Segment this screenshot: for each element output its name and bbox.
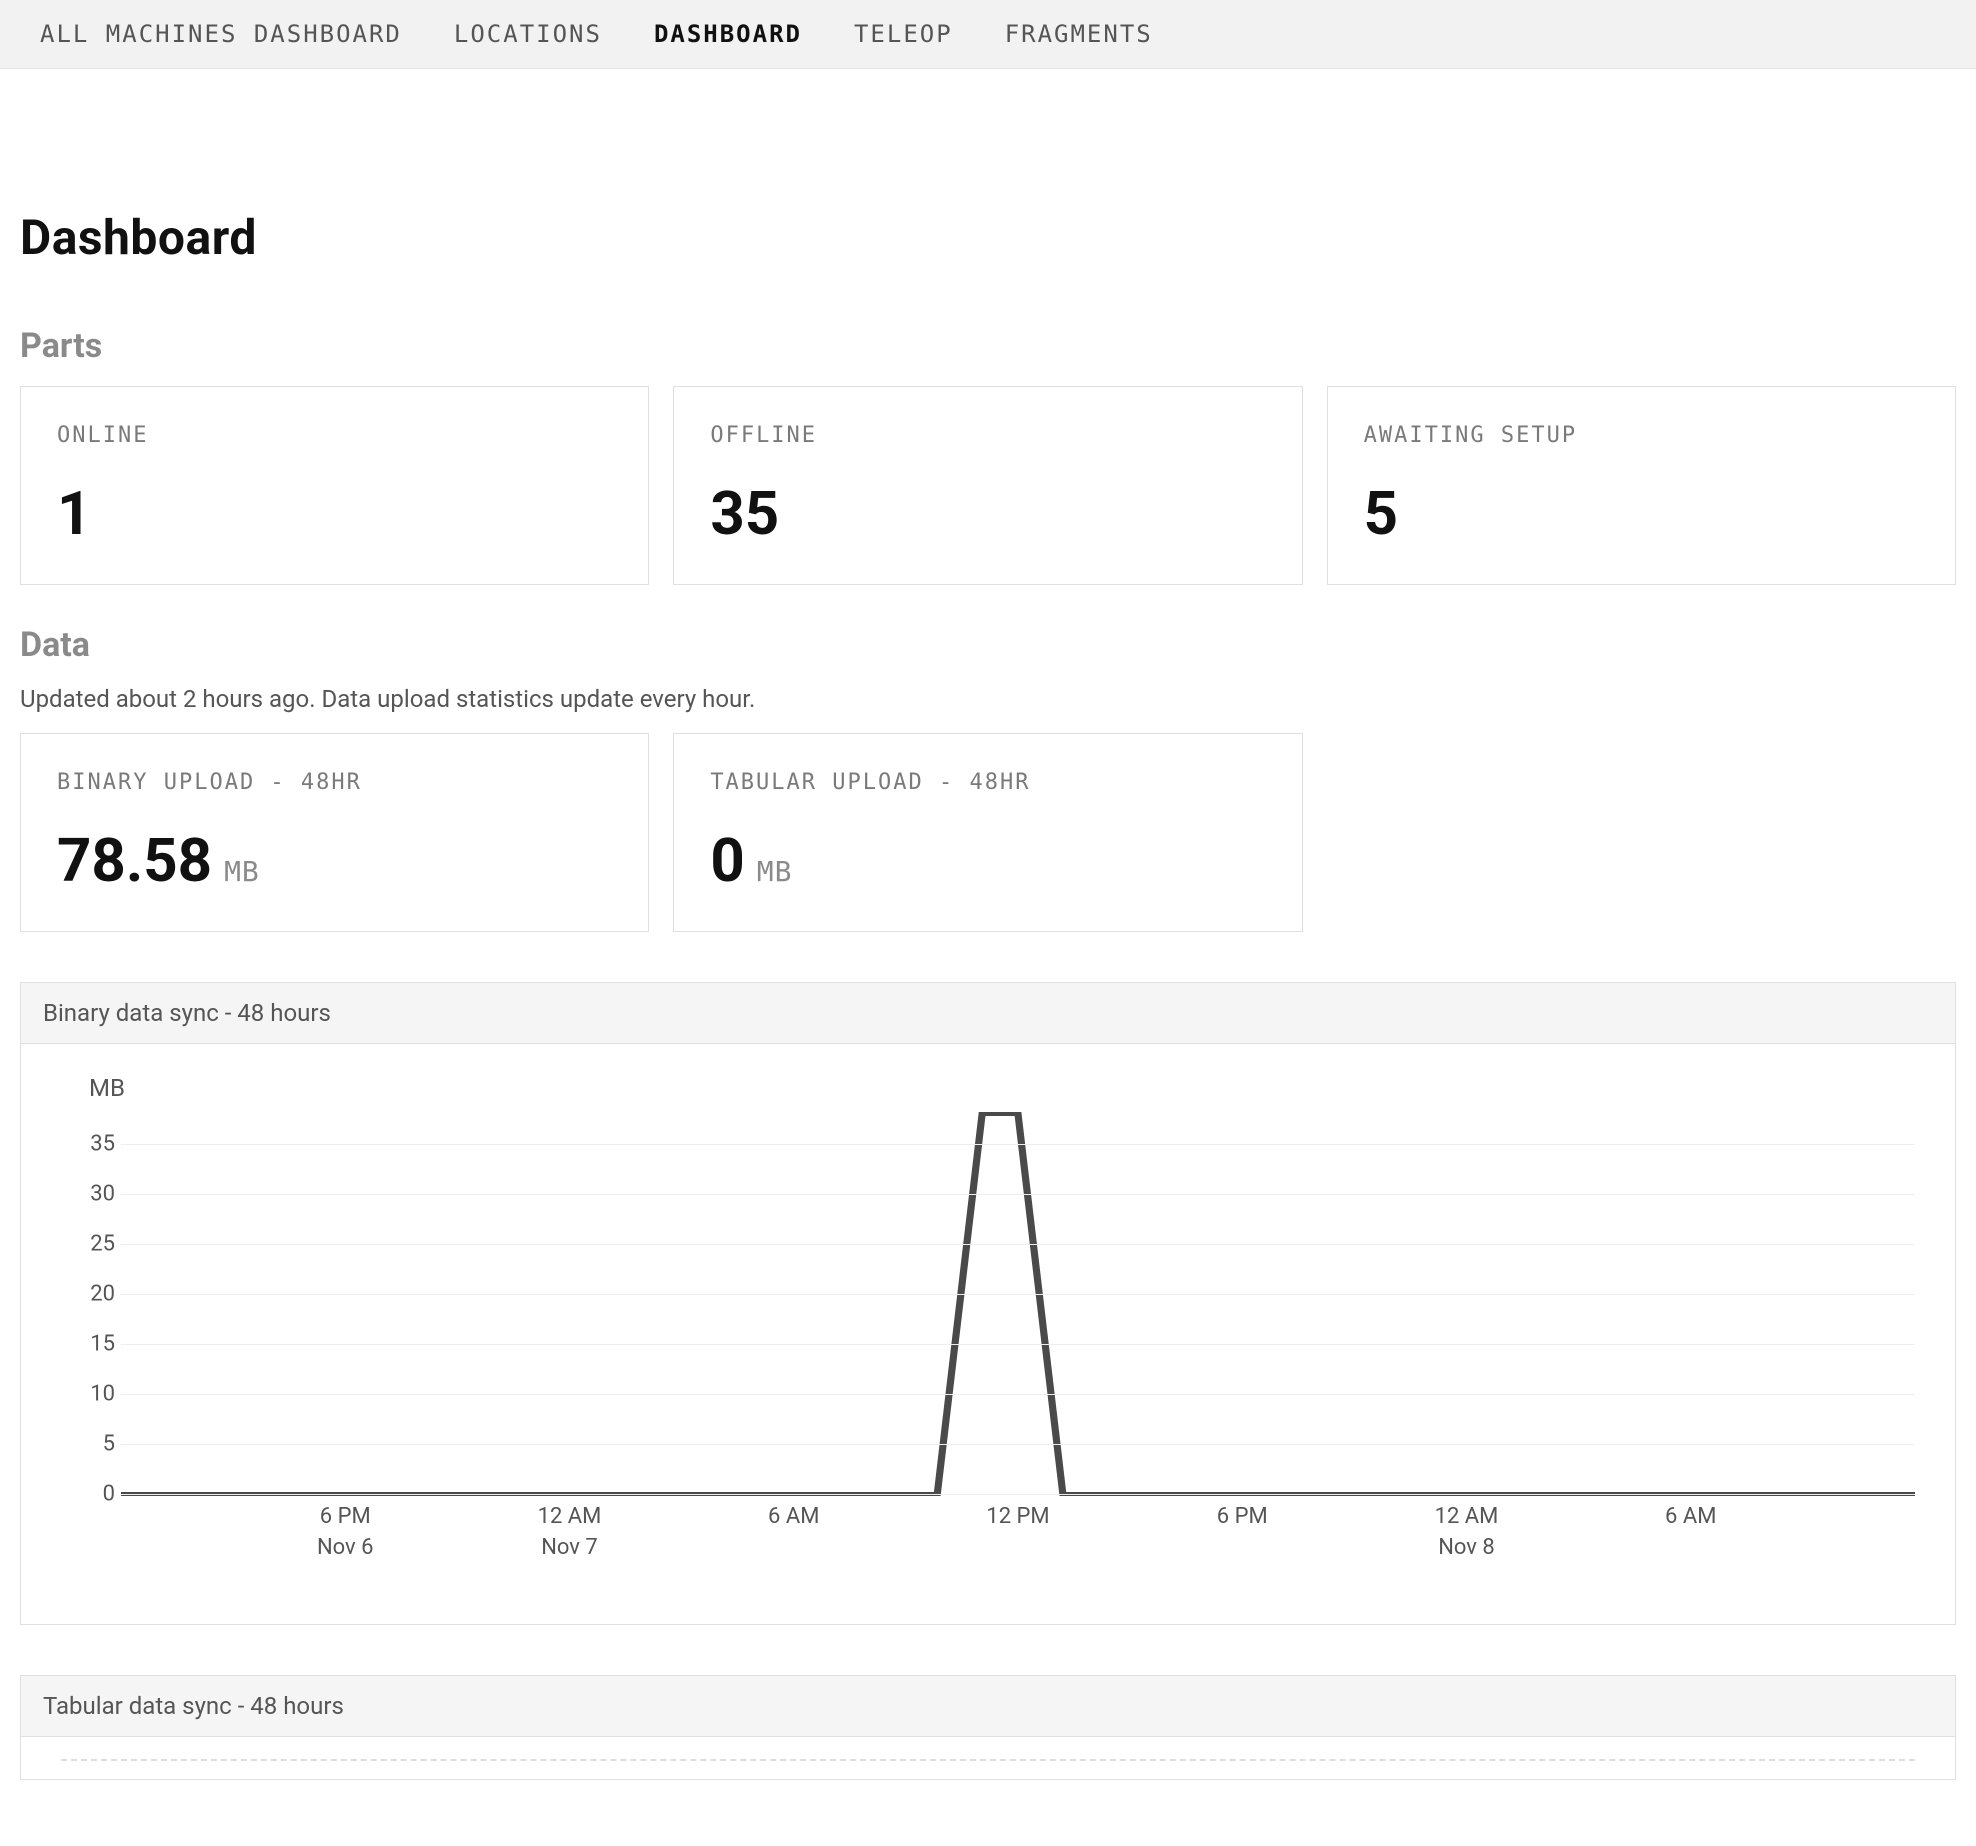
card-tabular-upload[interactable]: TABULAR UPLOAD - 48HR 0 MB	[673, 733, 1302, 932]
card-value: 78.58	[57, 831, 212, 891]
data-updated-subtitle: Updated about 2 hours ago. Data upload s…	[20, 685, 1956, 713]
nav-dashboard[interactable]: DASHBOARD	[654, 20, 802, 48]
card-label: ONLINE	[57, 423, 612, 448]
card-value: 5	[1364, 484, 1398, 544]
card-label: BINARY UPLOAD - 48HR	[57, 770, 612, 795]
chart-title: Binary data sync - 48 hours	[21, 983, 1955, 1044]
chart-y-unit: MB	[89, 1074, 1915, 1102]
page-content: Dashboard Parts ONLINE 1 OFFLINE 35 AWAI…	[0, 69, 1976, 1820]
chart-plot-area: 05101520253035	[121, 1114, 1915, 1494]
top-nav: ALL MACHINES DASHBOARD LOCATIONS DASHBOA…	[0, 0, 1976, 69]
chart-x-tick-date: Nov 7	[538, 1535, 602, 1560]
chart-y-tick: 30	[71, 1182, 115, 1207]
card-label: OFFLINE	[710, 423, 1265, 448]
card-value: 35	[710, 484, 779, 544]
card-value: 0	[710, 831, 744, 891]
chart-x-axis: 6 PM Nov 6 12 AM Nov 7 6 AM 12 PM 6 PM 12 AM Nov…	[121, 1504, 1915, 1584]
chart-y-tick: 15	[71, 1332, 115, 1357]
chart-gridline	[121, 1244, 1915, 1245]
nav-all-machines-dashboard[interactable]: ALL MACHINES DASHBOARD	[40, 20, 402, 48]
chart-gridline	[121, 1144, 1915, 1145]
chart-series-line	[121, 1114, 1915, 1494]
chart-panel-binary: Binary data sync - 48 hours MB 051015202…	[20, 982, 1956, 1625]
chart-x-tick: 12 AM Nov 8	[1435, 1504, 1499, 1560]
parts-cards: ONLINE 1 OFFLINE 35 AWAITING SETUP 5	[20, 386, 1956, 585]
card-binary-upload[interactable]: BINARY UPLOAD - 48HR 78.58 MB	[20, 733, 649, 932]
chart-gridline	[121, 1294, 1915, 1295]
card-unit: MB	[224, 855, 260, 888]
chart-y-tick: 35	[71, 1132, 115, 1157]
chart-x-tick-time: 6 PM	[1217, 1504, 1268, 1529]
chart-x-tick-time: 6 PM	[317, 1504, 374, 1529]
chart-gridline	[121, 1494, 1915, 1495]
chart-gridline	[121, 1394, 1915, 1395]
chart-gridline	[121, 1194, 1915, 1195]
page-title: Dashboard	[20, 209, 1956, 266]
chart-panel-tabular: Tabular data sync - 48 hours	[20, 1675, 1956, 1780]
chart-y-tick: 5	[71, 1432, 115, 1457]
chart-x-tick-time: 12 AM	[1435, 1504, 1499, 1529]
card-value: 1	[57, 484, 91, 544]
card-offline[interactable]: OFFLINE 35	[673, 386, 1302, 585]
chart-title: Tabular data sync - 48 hours	[21, 1676, 1955, 1737]
chart-x-tick-time: 12 PM	[986, 1504, 1049, 1529]
nav-locations[interactable]: LOCATIONS	[454, 20, 602, 48]
chart-x-tick-time: 12 AM	[538, 1504, 602, 1529]
chart-x-tick: 6 PM Nov 6	[317, 1504, 374, 1560]
chart-gridline	[121, 1444, 1915, 1445]
nav-teleop[interactable]: TELEOP	[854, 20, 953, 48]
chart-x-tick: 6 AM	[1665, 1504, 1716, 1529]
card-awaiting-setup[interactable]: AWAITING SETUP 5	[1327, 386, 1956, 585]
card-label: AWAITING SETUP	[1364, 423, 1919, 448]
chart-y-tick: 25	[71, 1232, 115, 1257]
chart-x-tick: 6 AM	[768, 1504, 819, 1529]
chart-x-tick-time: 6 AM	[1665, 1504, 1716, 1529]
chart-y-tick: 20	[71, 1282, 115, 1307]
chart-x-tick: 12 AM Nov 7	[538, 1504, 602, 1560]
chart-placeholder-line	[61, 1759, 1915, 1769]
data-cards: BINARY UPLOAD - 48HR 78.58 MB TABULAR UP…	[20, 733, 1956, 932]
chart-gridline	[121, 1344, 1915, 1345]
card-unit: MB	[757, 855, 793, 888]
chart-svg	[121, 1114, 1915, 1494]
chart-x-tick-date: Nov 6	[317, 1535, 374, 1560]
card-online[interactable]: ONLINE 1	[20, 386, 649, 585]
nav-fragments[interactable]: FRAGMENTS	[1005, 20, 1153, 48]
section-title-parts: Parts	[20, 326, 1956, 366]
chart-x-tick-date: Nov 8	[1435, 1535, 1499, 1560]
chart-x-tick: 6 PM	[1217, 1504, 1268, 1529]
card-label: TABULAR UPLOAD - 48HR	[710, 770, 1265, 795]
chart-x-tick: 12 PM	[986, 1504, 1049, 1529]
section-title-data: Data	[20, 625, 1956, 665]
chart-y-tick: 0	[71, 1482, 115, 1507]
chart-y-tick: 10	[71, 1382, 115, 1407]
chart-x-tick-time: 6 AM	[768, 1504, 819, 1529]
